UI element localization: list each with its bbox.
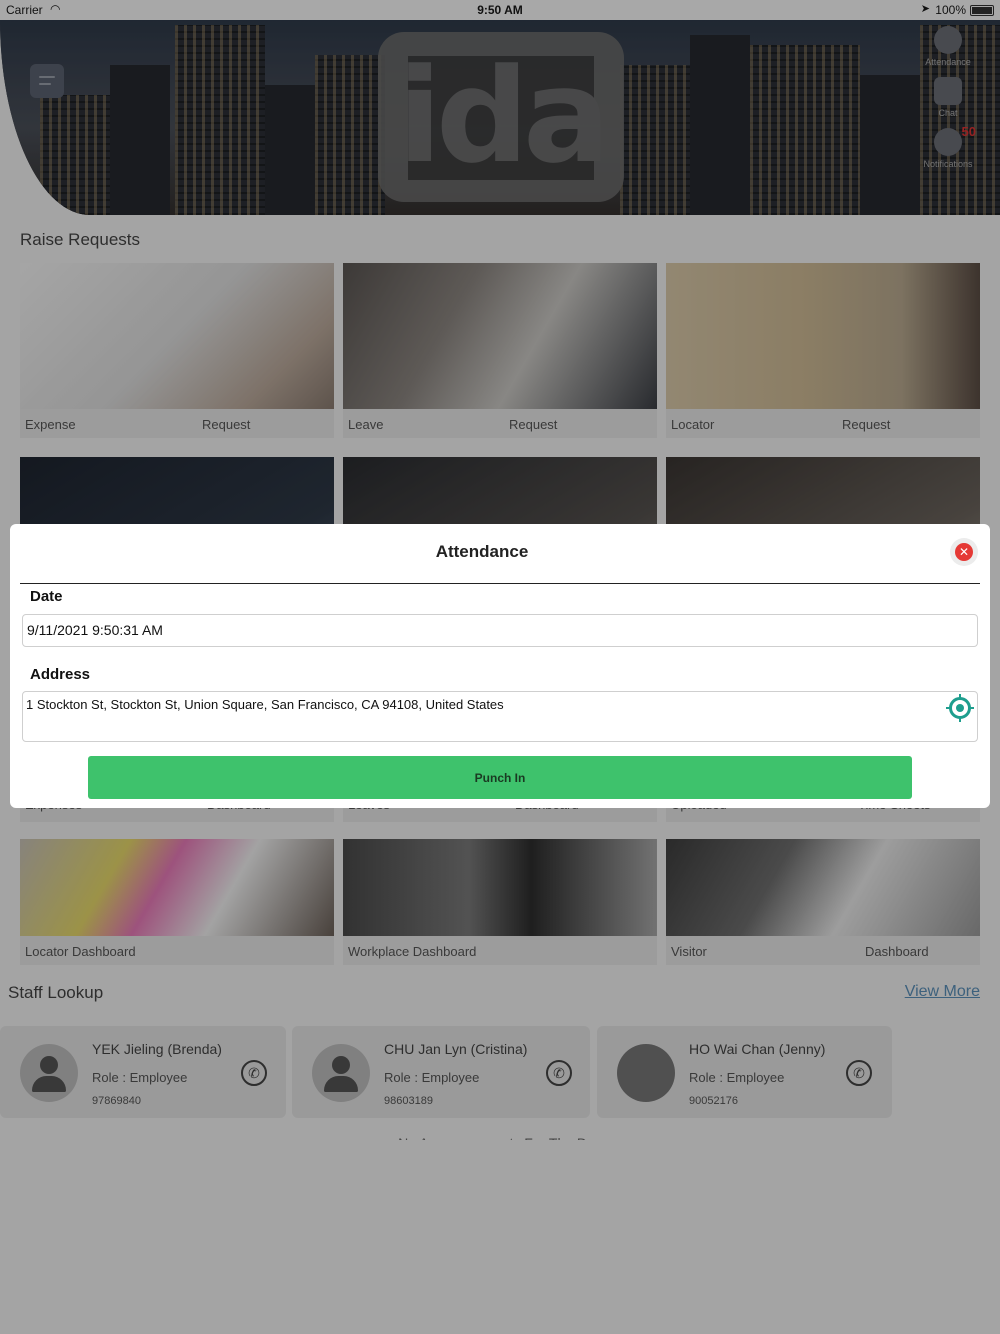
status-bar: Carrier ◠ 9:50 AM ➤ 100%	[0, 0, 1000, 20]
punch-in-button[interactable]: Punch In	[88, 756, 912, 799]
current-location-button[interactable]	[946, 694, 974, 722]
divider	[20, 583, 980, 584]
attendance-modal: Attendance ✕ Date 9/11/2021 9:50:31 AM A…	[10, 524, 990, 808]
address-field[interactable]: 1 Stockton St, Stockton St, Union Square…	[22, 691, 978, 742]
battery-icon	[970, 5, 994, 16]
close-icon: ✕	[955, 543, 973, 561]
address-label: Address	[30, 666, 91, 683]
close-button[interactable]: ✕	[950, 538, 978, 566]
date-label: Date	[30, 588, 63, 605]
modal-title: Attendance	[435, 542, 529, 561]
clock: 9:50 AM	[477, 3, 523, 17]
date-field[interactable]: 9/11/2021 9:50:31 AM	[22, 614, 978, 647]
battery-percent: 100%	[935, 3, 966, 17]
location-arrow-icon: ➤	[920, 3, 930, 15]
